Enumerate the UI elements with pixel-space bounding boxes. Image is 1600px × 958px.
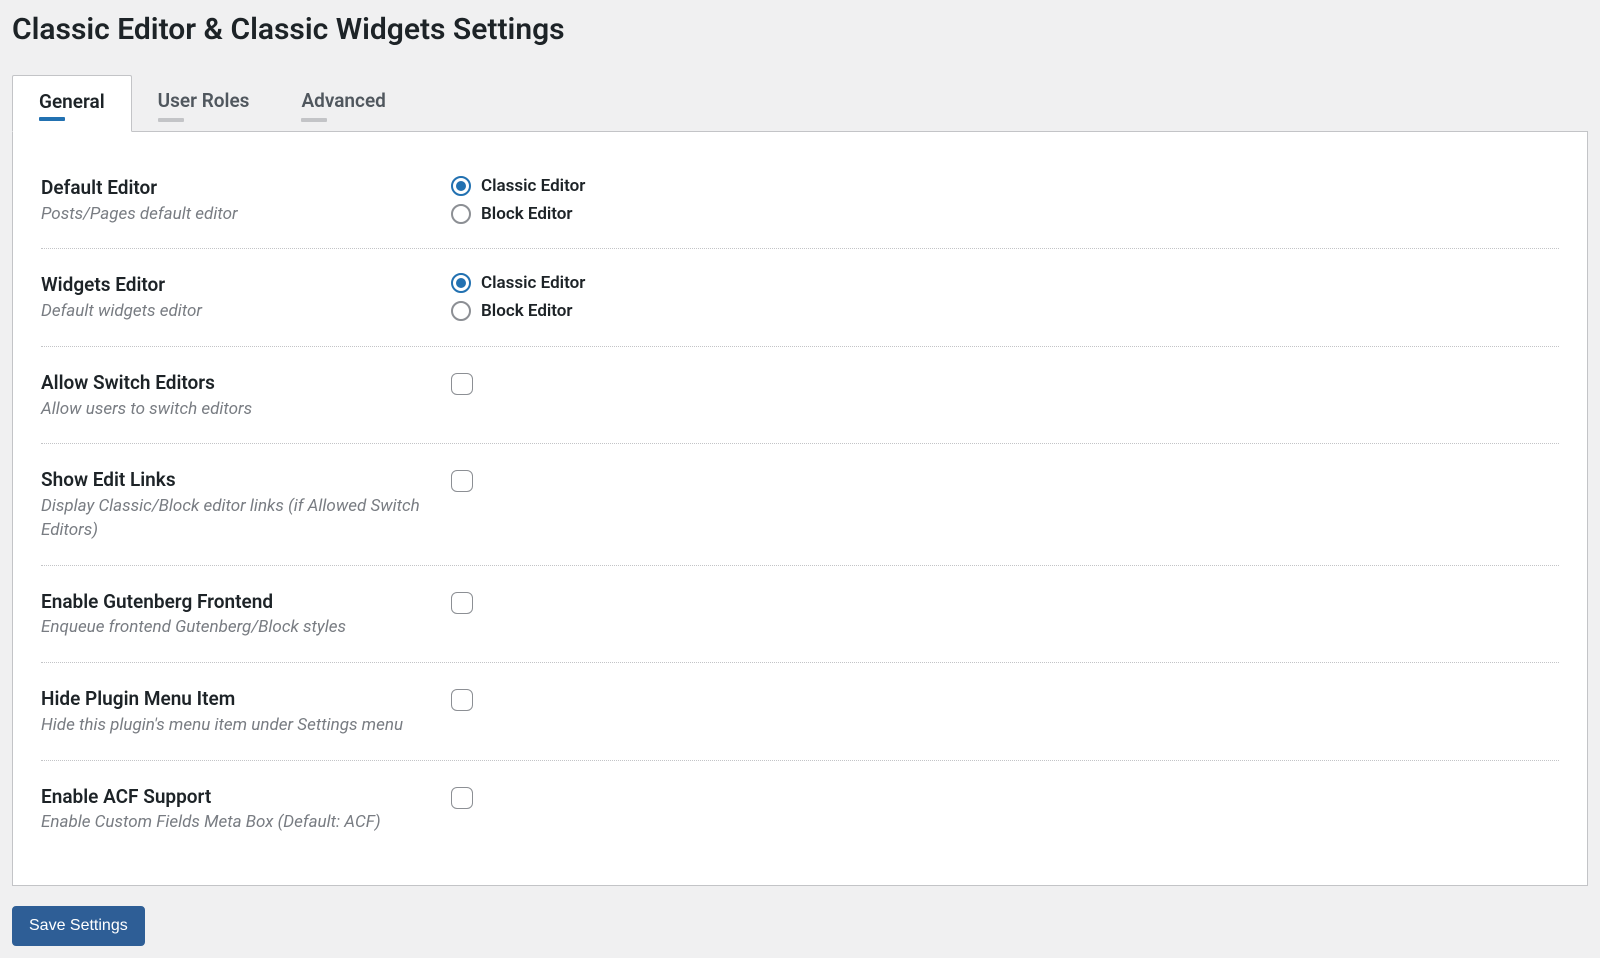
setting-desc: Display Classic/Block editor links (if A… bbox=[41, 495, 451, 543]
tab-general[interactable]: General bbox=[12, 75, 132, 132]
radio-option[interactable]: Block Editor bbox=[451, 301, 1559, 321]
setting-control: Classic Editor Block Editor bbox=[451, 273, 1559, 321]
tab-advanced-label: Advanced bbox=[301, 89, 385, 112]
tab-advanced[interactable]: Advanced bbox=[275, 75, 411, 132]
tab-user-roles[interactable]: User Roles bbox=[132, 75, 276, 132]
setting-label: Allow Switch Editors Allow users to swit… bbox=[41, 371, 451, 421]
setting-hide-plugin-menu: Hide Plugin Menu Item Hide this plugin's… bbox=[41, 663, 1559, 760]
checkbox-gutenberg-frontend[interactable] bbox=[451, 592, 473, 614]
checkbox-hide-plugin-menu[interactable] bbox=[451, 689, 473, 711]
tab-general-label: General bbox=[39, 90, 105, 113]
settings-panel: Default Editor Posts/Pages default edito… bbox=[12, 132, 1588, 886]
setting-desc: Posts/Pages default editor bbox=[41, 203, 451, 227]
setting-control bbox=[451, 371, 1559, 399]
setting-label: Default Editor Posts/Pages default edito… bbox=[41, 176, 451, 226]
tab-indicator bbox=[158, 118, 184, 122]
checkbox-allow-switch[interactable] bbox=[451, 373, 473, 395]
checkbox-show-edit-links[interactable] bbox=[451, 470, 473, 492]
setting-desc: Default widgets editor bbox=[41, 300, 451, 324]
radio-option[interactable]: Classic Editor bbox=[451, 273, 1559, 293]
setting-allow-switch: Allow Switch Editors Allow users to swit… bbox=[41, 347, 1559, 444]
setting-control bbox=[451, 590, 1559, 618]
setting-desc: Hide this plugin's menu item under Setti… bbox=[41, 714, 451, 738]
tab-indicator bbox=[39, 117, 65, 121]
setting-title: Show Edit Links bbox=[41, 468, 451, 493]
setting-label: Enable Gutenberg Frontend Enqueue fronte… bbox=[41, 590, 451, 640]
setting-title: Enable ACF Support bbox=[41, 785, 451, 810]
setting-desc: Enqueue frontend Gutenberg/Block styles bbox=[41, 616, 451, 640]
setting-show-edit-links: Show Edit Links Display Classic/Block ed… bbox=[41, 444, 1559, 565]
settings-tabs: General User Roles Advanced bbox=[12, 75, 1588, 132]
setting-desc: Allow users to switch editors bbox=[41, 398, 451, 422]
radio-option[interactable]: Classic Editor bbox=[451, 176, 1559, 196]
setting-control: Classic Editor Block Editor bbox=[451, 176, 1559, 224]
setting-title: Allow Switch Editors bbox=[41, 371, 451, 396]
setting-label: Hide Plugin Menu Item Hide this plugin's… bbox=[41, 687, 451, 737]
setting-title: Enable Gutenberg Frontend bbox=[41, 590, 451, 615]
radio-label: Block Editor bbox=[481, 204, 573, 224]
radio-widgets-classic[interactable] bbox=[451, 273, 471, 293]
setting-widgets-editor: Widgets Editor Default widgets editor Cl… bbox=[41, 249, 1559, 346]
page-title: Classic Editor & Classic Widgets Setting… bbox=[12, 12, 1588, 47]
radio-label: Classic Editor bbox=[481, 176, 585, 196]
setting-label: Enable ACF Support Enable Custom Fields … bbox=[41, 785, 451, 835]
save-bar: Save Settings bbox=[12, 906, 1588, 946]
setting-desc: Enable Custom Fields Meta Box (Default: … bbox=[41, 811, 451, 835]
setting-label: Show Edit Links Display Classic/Block ed… bbox=[41, 468, 451, 542]
setting-gutenberg-frontend: Enable Gutenberg Frontend Enqueue fronte… bbox=[41, 566, 1559, 663]
setting-control bbox=[451, 468, 1559, 496]
setting-control bbox=[451, 687, 1559, 715]
setting-label: Widgets Editor Default widgets editor bbox=[41, 273, 451, 323]
setting-control bbox=[451, 785, 1559, 813]
tab-user-roles-label: User Roles bbox=[158, 89, 250, 112]
radio-label: Classic Editor bbox=[481, 273, 585, 293]
setting-title: Hide Plugin Menu Item bbox=[41, 687, 451, 712]
setting-title: Widgets Editor bbox=[41, 273, 451, 298]
radio-widgets-block[interactable] bbox=[451, 301, 471, 321]
save-settings-button[interactable]: Save Settings bbox=[12, 906, 145, 946]
radio-option[interactable]: Block Editor bbox=[451, 204, 1559, 224]
radio-default-classic[interactable] bbox=[451, 176, 471, 196]
radio-default-block[interactable] bbox=[451, 204, 471, 224]
setting-default-editor: Default Editor Posts/Pages default edito… bbox=[41, 152, 1559, 249]
tab-indicator bbox=[301, 118, 327, 122]
checkbox-acf-support[interactable] bbox=[451, 787, 473, 809]
setting-acf-support: Enable ACF Support Enable Custom Fields … bbox=[41, 761, 1559, 857]
setting-title: Default Editor bbox=[41, 176, 451, 201]
radio-label: Block Editor bbox=[481, 301, 573, 321]
